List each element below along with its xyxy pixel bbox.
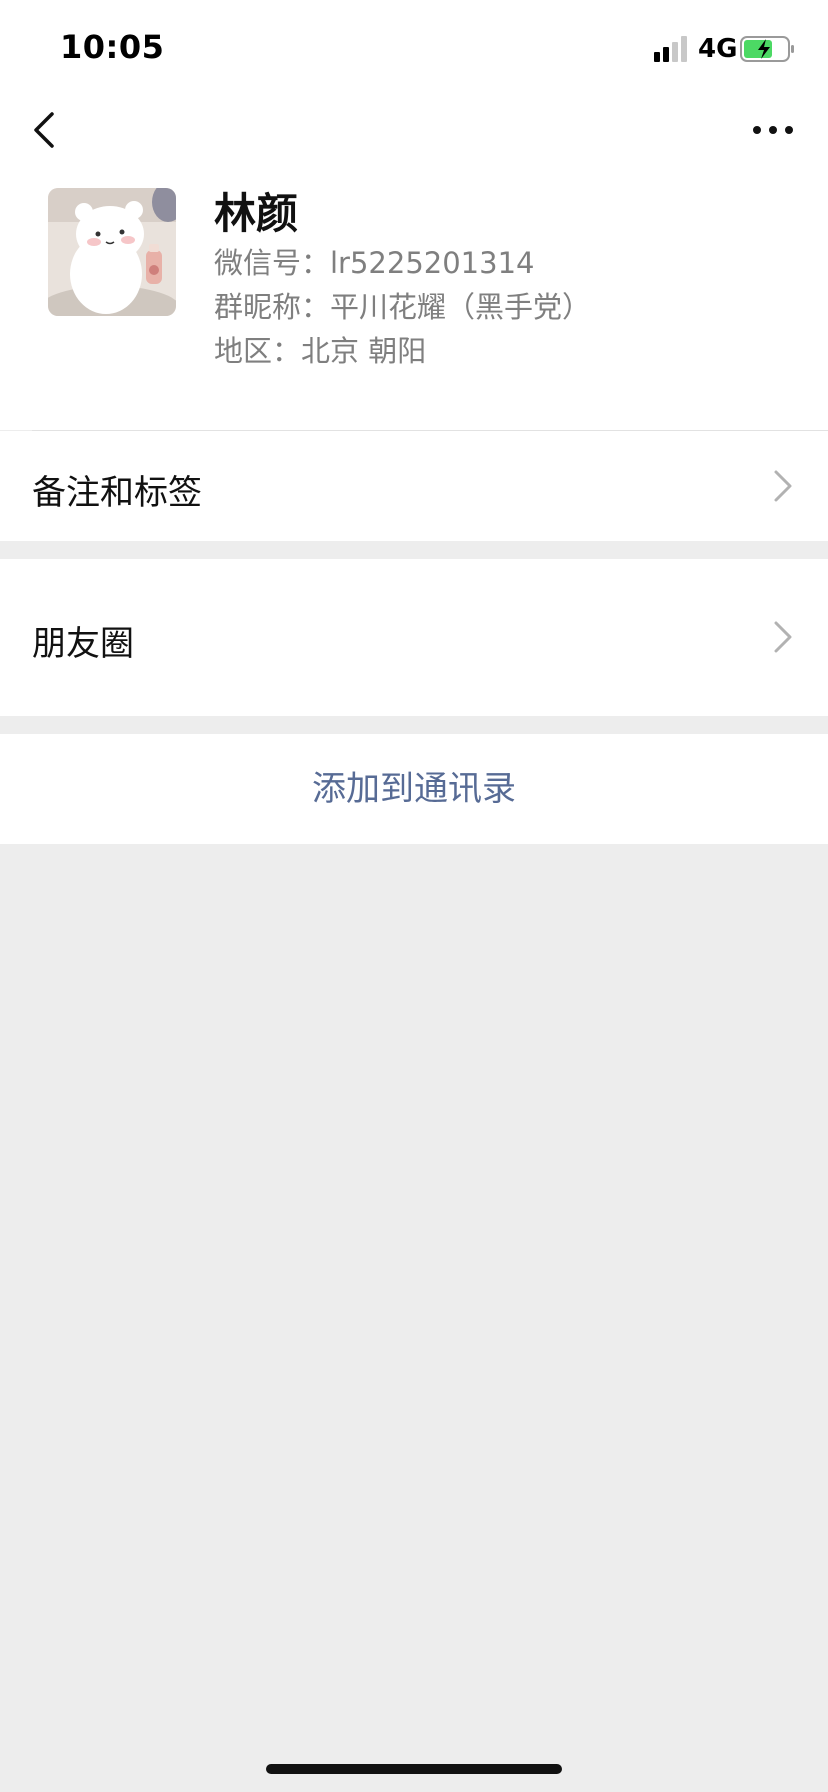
avatar[interactable] [48,188,176,316]
battery-charging-icon [740,36,794,62]
contact-name: 林颜 [214,189,299,238]
back-button[interactable] [26,106,62,154]
nav-bar [0,96,828,168]
group-nickname: 群昵称：平川花耀（黑手党） [214,290,592,324]
cellular-signal-icon [654,36,687,62]
add-to-contacts-button[interactable]: 添加到通讯录 [0,734,828,844]
status-time: 10:05 [60,28,165,66]
wechat-id: 微信号：lr5225201314 [214,246,535,280]
remarks-and-tags-cell[interactable]: 备注和标签 [0,431,828,541]
status-bar: 10:05 4G [0,0,828,96]
moments-cell[interactable]: 朋友圈 [0,559,828,716]
chevron-right-icon [774,470,792,502]
remarks-and-tags-label: 备注和标签 [32,473,202,513]
more-dots-icon [753,126,793,134]
chevron-left-icon [34,112,54,148]
region: 地区：北京 朝阳 [214,334,427,368]
chevron-right-icon [774,621,792,653]
profile-header: 林颜 微信号：lr5225201314 群昵称：平川花耀（黑手党） 地区：北京 … [0,168,828,430]
home-indicator[interactable] [266,1764,562,1774]
more-button[interactable] [748,110,798,150]
network-type: 4G [698,34,738,64]
moments-label: 朋友圈 [32,624,134,664]
